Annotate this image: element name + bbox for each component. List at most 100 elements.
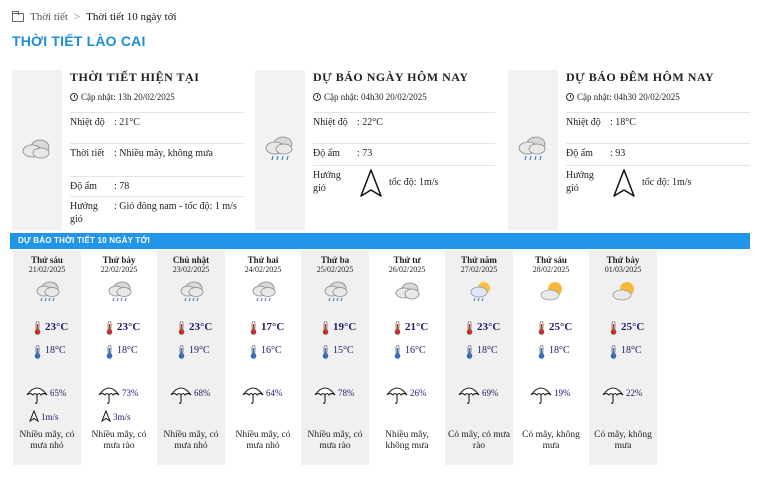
thermometer-low-icon [34, 345, 41, 359]
wind-direction-arrow-icon [360, 169, 382, 197]
low-temperature: 19°C [189, 345, 210, 356]
updated-text: Cập nhật: 13h 20/02/2025 [81, 92, 175, 102]
card-title: DỰ BÁO ĐÊM HÔM NAY [566, 70, 715, 84]
forecast-header: DỰ BÁO THỜI TIẾT 10 NGÀY TỚI [10, 233, 750, 249]
temperature-label: Nhiệt độ [566, 117, 601, 128]
forecast-day-column: Thứ ba 25/02/2025 19°C 15°C 78% Nhiều mâ… [301, 250, 369, 465]
low-temperature: 18°C [549, 345, 570, 356]
thermometer-high-icon [538, 321, 545, 335]
forecast-day-column: Thứ hai 24/02/2025 17°C 16°C 64% Nhiều m… [229, 250, 297, 465]
updated-text: Cập nhật: 04h30 20/02/2025 [324, 92, 427, 102]
partly-cloudy-icon [540, 282, 562, 301]
current-weather-card: THỜI TIẾT HIỆN TẠI Cập nhật: 13h 20/02/2… [12, 70, 244, 230]
rain-cloud-icon [265, 136, 293, 161]
thermometer-low-icon [538, 345, 545, 359]
temperature-row: Nhiệt độ : 18°C [566, 112, 750, 143]
humidity-row: Độ ẩm : 78 [70, 176, 244, 196]
day-date: 27/02/2025 [460, 265, 498, 274]
thermometer-high-icon [250, 321, 257, 335]
day-name: Thứ năm [461, 255, 497, 265]
wind-speed: 1m/s [41, 412, 59, 422]
wind-direction-arrow-icon [100, 409, 112, 424]
thermometer-low-icon [178, 345, 185, 359]
cloudy-icon [22, 139, 50, 159]
temperature-value: : 22°C [357, 117, 383, 128]
humidity-value: : 73 [357, 148, 373, 159]
clock-icon [566, 93, 574, 101]
breadcrumb-home-link[interactable]: Thời tiết [30, 11, 68, 23]
umbrella-icon [314, 385, 336, 405]
day-date: 22/02/2025 [100, 265, 138, 274]
day-date: 28/02/2025 [532, 265, 570, 274]
day-date: 24/02/2025 [244, 265, 282, 274]
cloudy-icon [395, 282, 420, 300]
sun-rain-icon [470, 282, 490, 302]
weather-value: : Nhiều mây, không mưa [114, 148, 213, 159]
wind-label: Hướng gió [70, 201, 98, 225]
humidity-label: Độ ẩm [70, 181, 97, 192]
day-name: Thứ bảy [606, 255, 640, 265]
partly-cloudy-icon [612, 282, 634, 301]
day-name: Thứ bảy [102, 255, 136, 265]
weather-description: Có mây, không mưa [522, 430, 580, 451]
folder-icon [12, 10, 24, 22]
updated-time: Cập nhật: 04h30 20/02/2025 [313, 90, 495, 104]
thermometer-low-icon [322, 345, 329, 359]
thermometer-high-icon [610, 321, 617, 335]
day-date: 01/03/2025 [604, 265, 642, 274]
wind-speed: tốc độ: 1m/s [389, 177, 439, 188]
high-temperature: 25°C [549, 321, 573, 333]
thermometer-low-icon [610, 345, 617, 359]
rain-probability: 69% [482, 388, 499, 398]
rain-cloud-icon [518, 136, 546, 161]
low-temperature: 18°C [477, 345, 498, 356]
high-temperature: 23°C [45, 321, 69, 333]
umbrella-icon [242, 385, 264, 405]
high-temperature: 23°C [189, 321, 213, 333]
humidity-row: Độ ẩm : 73 [313, 143, 495, 165]
forecast-day-column: Thứ sáu 21/02/2025 23°C 18°C 65% 1m/s Nh… [13, 250, 81, 465]
wind-speed: 3m/s [113, 412, 131, 422]
humidity-row: Độ ẩm : 93 [566, 143, 750, 165]
umbrella-icon [26, 385, 48, 405]
day-date: 26/02/2025 [388, 265, 426, 274]
umbrella-icon [386, 385, 408, 405]
rain-probability: 22% [626, 388, 643, 398]
wind-direction-arrow-icon [28, 409, 40, 424]
high-temperature: 19°C [333, 321, 357, 333]
rain-cloud-icon [108, 281, 132, 302]
rain-cloud-icon [180, 281, 204, 302]
weather-description: Nhiều mây, có mưa rào [91, 430, 147, 451]
rain-probability: 65% [50, 388, 67, 398]
thermometer-low-icon [106, 345, 113, 359]
breadcrumb-separator: > [73, 11, 81, 23]
thermometer-high-icon [394, 321, 401, 335]
card-title: DỰ BÁO NGÀY HÔM NAY [313, 70, 469, 84]
today-forecast-card: DỰ BÁO NGÀY HÔM NAY Cập nhật: 04h30 20/0… [255, 70, 495, 230]
rain-probability: 68% [194, 388, 211, 398]
day-name: Thứ sáu [535, 255, 567, 265]
thermometer-high-icon [178, 321, 185, 335]
wind-row: Hướng gió tốc độ: 1m/s [313, 165, 495, 201]
weather-label: Thời tiết [70, 148, 105, 159]
rain-probability: 19% [554, 388, 571, 398]
breadcrumb: Thời tiết > Thời tiết 10 ngày tới [12, 10, 177, 23]
low-temperature: 16°C [261, 345, 282, 356]
page-title: THỜI TIẾT LÀO CAI [12, 33, 146, 49]
thermometer-low-icon [466, 345, 473, 359]
thermometer-high-icon [322, 321, 329, 335]
umbrella-icon [458, 385, 480, 405]
umbrella-icon [602, 385, 624, 405]
clock-icon [70, 93, 78, 101]
breadcrumb-current: Thời tiết 10 ngày tới [86, 11, 177, 23]
rain-probability: 26% [410, 388, 427, 398]
forecast-day-column: Thứ bảy 01/03/2025 25°C 18°C 22% Có mây,… [589, 250, 657, 465]
temperature-value: : 18°C [610, 117, 636, 128]
tonight-forecast-card: DỰ BÁO ĐÊM HÔM NAY Cập nhật: 04h30 20/02… [508, 70, 750, 230]
high-temperature: 23°C [477, 321, 501, 333]
ten-day-forecast: DỰ BÁO THỜI TIẾT 10 NGÀY TỚI Thứ sáu 21/… [10, 233, 750, 478]
wind-label: Hướng gió [566, 170, 594, 194]
card-side-panel [508, 70, 558, 230]
forecast-day-column: Chủ nhật 23/02/2025 23°C 19°C 68% Nhiều … [157, 250, 225, 465]
low-temperature: 16°C [405, 345, 426, 356]
